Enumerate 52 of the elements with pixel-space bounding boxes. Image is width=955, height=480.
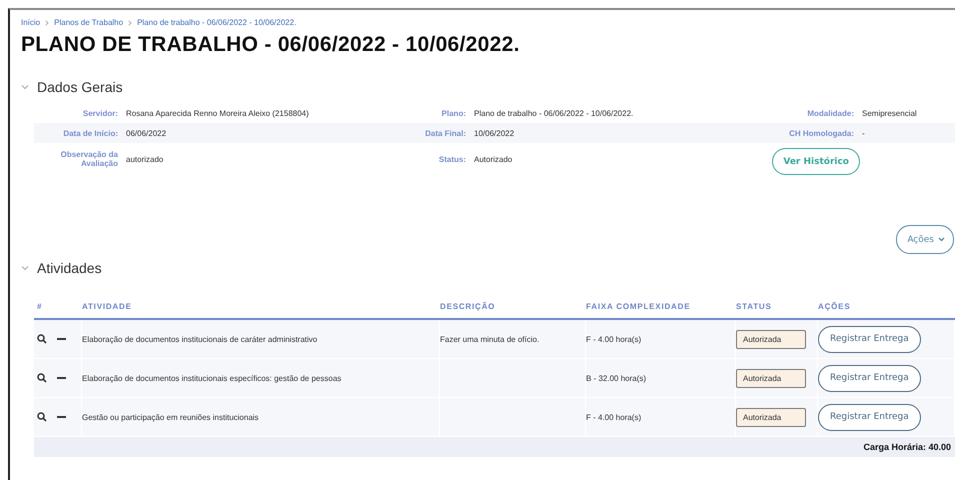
register-delivery-button[interactable]: Registrar Entrega bbox=[818, 404, 921, 430]
field-value: Autorizado bbox=[474, 154, 514, 164]
chevron-icon[interactable] bbox=[21, 84, 29, 90]
section-heading: Dados Gerais bbox=[37, 79, 123, 95]
field-value: Semipresencial bbox=[862, 108, 918, 118]
field-label: Modalidade: bbox=[806, 108, 855, 118]
search-icon[interactable] bbox=[37, 334, 47, 344]
field-label: Plano: bbox=[440, 108, 467, 118]
status-tag: Autorizada bbox=[736, 330, 806, 348]
table-cell: Elaboração de documentos institucionais de caráter administrativo bbox=[82, 334, 318, 344]
breadcrumb-link[interactable]: Plano de trabalho - 06/06/2022 - 10/06/2022. bbox=[137, 18, 296, 27]
column-header: # bbox=[36, 302, 44, 310]
search-icon[interactable] bbox=[37, 373, 47, 383]
table-cell: F - 4.00 hora(s) bbox=[586, 334, 642, 344]
section-heading: Atividades bbox=[37, 260, 102, 276]
search-icon[interactable] bbox=[37, 412, 47, 422]
field-value: 10/06/2022 bbox=[474, 128, 516, 138]
breadcrumb-link[interactable]: Planos de Trabalho bbox=[54, 18, 124, 27]
table-cell: B - 32.00 hora(s) bbox=[586, 374, 646, 382]
actions-button[interactable]: Ações bbox=[896, 225, 954, 254]
breadcrumb-separator-icon bbox=[45, 20, 50, 26]
history-button[interactable]: Ver Histórico bbox=[772, 148, 860, 175]
field-label: Observação da Avaliação bbox=[60, 150, 119, 168]
table-cell: Gestão ou participação em reuniões institucionais bbox=[82, 412, 259, 422]
column-header: AÇÕES bbox=[818, 302, 852, 310]
field-value: 06/06/2022 bbox=[126, 128, 168, 138]
chevron-icon[interactable] bbox=[21, 265, 29, 271]
field-label: Data de Início: bbox=[62, 128, 119, 138]
total-hours: Carga Horária: 40.00 bbox=[863, 442, 952, 452]
field-value: Plano de trabalho - 06/06/2022 - 10/06/2022. bbox=[474, 108, 634, 118]
status-tag: Autorizada bbox=[736, 368, 806, 388]
column-header: FAIXA COMPLEXIDADE bbox=[586, 302, 692, 310]
page-title: PLANO DE TRABALHO - 06/06/2022 - 10/06/2022. bbox=[21, 33, 521, 57]
field-label: Servidor: bbox=[82, 108, 119, 118]
table-cell: F - 4.00 hora(s) bbox=[586, 412, 642, 422]
breadcrumb-link[interactable]: Início bbox=[21, 18, 40, 27]
field-label: Data Final: bbox=[424, 128, 467, 138]
field-value: autorizado bbox=[126, 154, 164, 164]
column-header: DESCRIÇÃO bbox=[440, 302, 496, 310]
field-label: CH Homologada: bbox=[788, 128, 855, 138]
column-header: ATIVIDADE bbox=[82, 302, 133, 310]
column-header: STATUS bbox=[736, 302, 773, 310]
table-cell: Fazer uma minuta de ofício. bbox=[440, 334, 540, 344]
register-delivery-button[interactable]: Registrar Entrega bbox=[818, 326, 921, 352]
register-delivery-button[interactable]: Registrar Entrega bbox=[818, 364, 921, 392]
caret-icon bbox=[938, 237, 945, 242]
status-tag: Autorizada bbox=[736, 408, 806, 426]
field-label: Status: bbox=[438, 154, 467, 164]
field-value: Rosana Aparecida Renno Moreira Aleixo (2158804) bbox=[126, 108, 310, 118]
breadcrumb-separator-icon bbox=[128, 20, 132, 26]
table-cell: Elaboração de documentos institucionais específicos: gestão de pessoas bbox=[82, 374, 342, 382]
field-value: - bbox=[862, 128, 866, 138]
